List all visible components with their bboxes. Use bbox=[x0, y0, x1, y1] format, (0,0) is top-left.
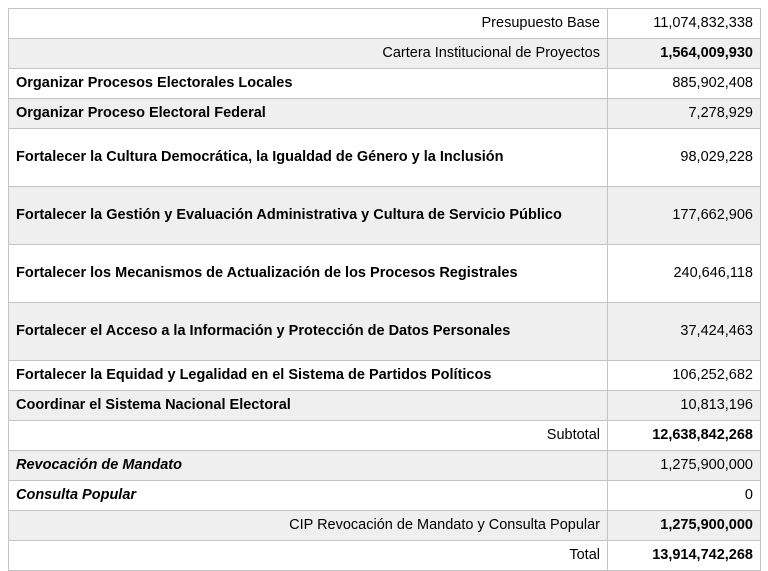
table-row: Fortalecer los Mecanismos de Actualizaci… bbox=[8, 244, 761, 303]
row-value: 10,813,196 bbox=[607, 390, 761, 421]
table-row: Fortalecer la Gestión y Evaluación Admin… bbox=[8, 186, 761, 245]
row-value: 98,029,228 bbox=[607, 128, 761, 187]
row-label: Fortalecer el Acceso a la Información y … bbox=[8, 302, 608, 361]
row-value: 885,902,408 bbox=[607, 68, 761, 99]
row-value: 12,638,842,268 bbox=[607, 420, 761, 451]
row-value: 1,564,009,930 bbox=[607, 38, 761, 69]
row-value: 37,424,463 bbox=[607, 302, 761, 361]
table-row: Fortalecer la Cultura Democrática, la Ig… bbox=[8, 128, 761, 187]
row-label: CIP Revocación de Mandato y Consulta Pop… bbox=[8, 510, 608, 541]
row-label: Coordinar el Sistema Nacional Electoral bbox=[8, 390, 608, 421]
table-row: Fortalecer el Acceso a la Información y … bbox=[8, 302, 761, 361]
budget-table-body: Presupuesto Base 11,074,832,338 Cartera In… bbox=[8, 8, 761, 571]
row-label: Fortalecer la Gestión y Evaluación Admin… bbox=[8, 186, 608, 245]
row-label: Revocación de Mandato bbox=[8, 450, 608, 481]
row-label: Fortalecer los Mecanismos de Actualizaci… bbox=[8, 244, 608, 303]
row-label: Organizar Proceso Electoral Federal bbox=[8, 98, 608, 129]
table-row: Total 13,914,742,268 bbox=[8, 540, 761, 571]
table-row: Subtotal 12,638,842,268 bbox=[8, 420, 761, 451]
row-label: Fortalecer la Cultura Democrática, la Ig… bbox=[8, 128, 608, 187]
row-label: Cartera Institucional de Proyectos bbox=[8, 38, 608, 69]
row-value: 1,275,900,000 bbox=[607, 510, 761, 541]
table-row: Organizar Procesos Electorales Locales 88… bbox=[8, 68, 761, 99]
table-row: Consulta Popular 0 bbox=[8, 480, 761, 511]
row-label: Presupuesto Base bbox=[8, 8, 608, 39]
table-row: Cartera Institucional de Proyectos 1,564,… bbox=[8, 38, 761, 69]
table-row: Coordinar el Sistema Nacional Electoral 1… bbox=[8, 390, 761, 421]
table-row: Presupuesto Base 11,074,832,338 bbox=[8, 8, 761, 39]
row-value: 0 bbox=[607, 480, 761, 511]
row-value: 240,646,118 bbox=[607, 244, 761, 303]
table-row: Revocación de Mandato 1,275,900,000 bbox=[8, 450, 761, 481]
budget-table: Presupuesto Base 11,074,832,338 Cartera In… bbox=[8, 8, 761, 571]
row-value: 7,278,929 bbox=[607, 98, 761, 129]
row-label: Subtotal bbox=[8, 420, 608, 451]
row-value: 1,275,900,000 bbox=[607, 450, 761, 481]
row-label: Consulta Popular bbox=[8, 480, 608, 511]
row-value: 11,074,832,338 bbox=[607, 8, 761, 39]
row-label: Organizar Procesos Electorales Locales bbox=[8, 68, 608, 99]
budget-table-container: Presupuesto Base 11,074,832,338 Cartera In… bbox=[8, 8, 761, 571]
row-label: Total bbox=[8, 540, 608, 571]
table-row: Organizar Proceso Electoral Federal 7,278… bbox=[8, 98, 761, 129]
row-label: Fortalecer la Equidad y Legalidad en el … bbox=[8, 360, 608, 391]
table-row: Fortalecer la Equidad y Legalidad en el … bbox=[8, 360, 761, 391]
row-value: 106,252,682 bbox=[607, 360, 761, 391]
table-row: CIP Revocación de Mandato y Consulta Pop… bbox=[8, 510, 761, 541]
row-value: 177,662,906 bbox=[607, 186, 761, 245]
row-value: 13,914,742,268 bbox=[607, 540, 761, 571]
